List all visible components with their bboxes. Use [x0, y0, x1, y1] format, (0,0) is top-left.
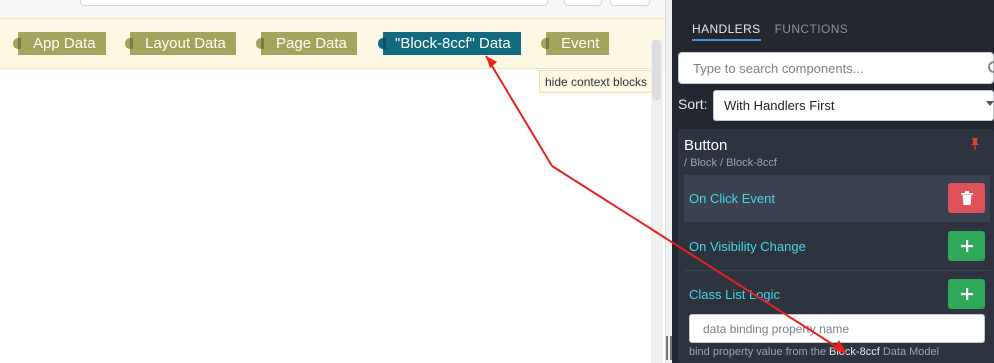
- component-search-input[interactable]: Type to search components...: [678, 52, 994, 84]
- hide-context-tooltip: hide context blocks: [539, 70, 654, 93]
- context-block-page-data[interactable]: Page Data: [256, 32, 357, 55]
- add-handler-button[interactable]: [948, 279, 985, 309]
- block-connector-shadow: [18, 38, 21, 49]
- data-binding-input[interactable]: data binding property name: [689, 314, 985, 343]
- handler-row-on-click[interactable]: On Click Event: [684, 175, 990, 221]
- help-prefix: bind property value from the: [689, 346, 826, 358]
- row-divider: [684, 221, 990, 222]
- delete-handler-button[interactable]: [948, 183, 985, 213]
- panel-splitter[interactable]: [665, 0, 672, 363]
- chevron-down-icon: [986, 101, 994, 106]
- plus-icon: [960, 240, 973, 252]
- sort-value: With Handlers First: [724, 98, 835, 113]
- block-connector-shadow: [546, 38, 549, 49]
- block-label: Event: [561, 35, 600, 52]
- sort-label: Sort:: [678, 96, 708, 112]
- component-title: Button: [684, 137, 728, 154]
- block-label: "Block-8ccf" Data: [395, 35, 511, 52]
- search-placeholder: Type to search components...: [693, 60, 864, 76]
- binding-help-text: bind property value from the Block-8ccf …: [689, 346, 939, 358]
- blockly-workspace[interactable]: [0, 69, 665, 363]
- block-label: App Data: [33, 35, 96, 52]
- block-connector-shadow: [130, 38, 133, 49]
- block-label: Layout Data: [145, 35, 226, 52]
- handler-label: On Click Event: [689, 190, 775, 206]
- handler-label: On Visibility Change: [689, 238, 806, 254]
- pin-icon[interactable]: [968, 137, 982, 151]
- handler-label: Class List Logic: [689, 286, 781, 302]
- toolbar-button[interactable]: [564, 0, 602, 6]
- top-input[interactable]: [80, 0, 548, 6]
- handler-row-on-visibility-change[interactable]: On Visibility Change: [684, 223, 990, 269]
- help-block-name: Block-8ccf: [829, 346, 880, 358]
- add-handler-button[interactable]: [948, 231, 985, 261]
- trash-icon: [960, 191, 973, 205]
- tooltip-text: hide context blocks: [545, 74, 648, 89]
- help-suffix: Data Model: [882, 346, 940, 358]
- tab-functions[interactable]: FUNCTIONS: [775, 22, 849, 41]
- context-block-event[interactable]: Event: [541, 32, 610, 55]
- scrollbar-thumb[interactable]: [652, 40, 661, 100]
- context-block-layout-data[interactable]: Layout Data: [125, 32, 236, 55]
- tab-handlers[interactable]: HANDLERS: [692, 22, 761, 41]
- plus-icon: [960, 288, 973, 300]
- toolbar-button[interactable]: [610, 0, 650, 6]
- binding-placeholder: data binding property name: [703, 321, 850, 336]
- context-block-component-data[interactable]: "Block-8ccf" Data: [378, 32, 521, 55]
- block-connector-shadow: [383, 38, 386, 49]
- block-label: Page Data: [276, 35, 347, 52]
- app-root: App Data Layout Data Page Data "Block-8c…: [0, 0, 994, 363]
- sort-select[interactable]: With Handlers First: [713, 90, 994, 121]
- search-icon: [988, 61, 994, 73]
- panel-tabs: HANDLERS FUNCTIONS: [692, 22, 848, 41]
- handler-row-class-list-logic[interactable]: Class List Logic: [684, 271, 990, 317]
- context-block-app-data[interactable]: App Data: [13, 32, 106, 55]
- component-path: / Block / Block-8ccf: [684, 157, 777, 169]
- block-connector-shadow: [261, 38, 264, 49]
